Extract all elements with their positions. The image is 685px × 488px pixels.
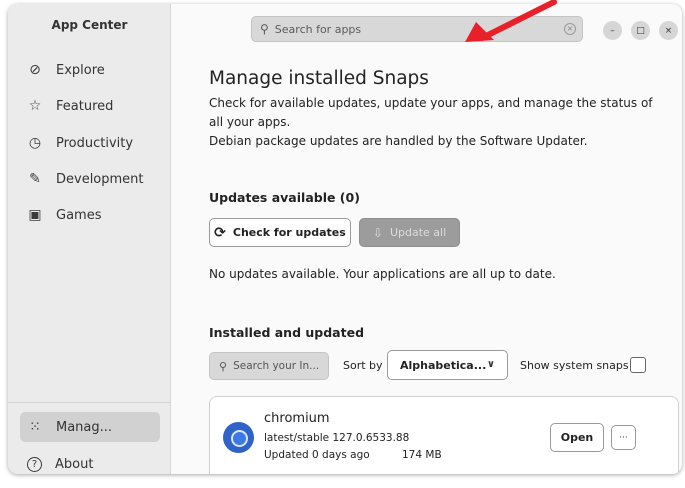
arrow-shaft [479, 0, 557, 41]
question-icon: ? [27, 456, 42, 472]
page-title: Manage installed Snaps [209, 68, 429, 89]
clock-icon: ◷ [28, 135, 42, 151]
sidebar-item-games[interactable]: ▣ Games [20, 200, 160, 230]
more-options-button[interactable]: ··· [611, 425, 636, 450]
sort-value: Alphabetica... [400, 358, 487, 372]
annotation-arrow-icon [465, 0, 557, 42]
main-content: Manage installed Snaps Check for availab… [171, 4, 682, 474]
sidebar-item-about[interactable]: ? About [20, 449, 160, 474]
sidebar-item-explore[interactable]: ⊘ Explore [20, 55, 160, 85]
sidebar-item-label: Manag... [56, 419, 113, 435]
show-system-snaps-checkbox[interactable] [630, 357, 646, 373]
sidebar-item-label: About [55, 456, 94, 472]
check-for-updates-button[interactable]: ⟳ Check for updates [209, 218, 351, 247]
wrench-icon: ✎ [29, 171, 41, 187]
installed-title: Installed and updated [209, 325, 365, 340]
sidebar-item-productivity[interactable]: ◷ Productivity [20, 128, 160, 158]
search-installed-input[interactable]: ⚲ Search your In... [209, 352, 329, 380]
gamepad-icon: ▣ [28, 207, 42, 223]
updates-title: Updates available (0) [209, 190, 360, 205]
app-center-window: App Center ⊘ Explore ☆ Featured ◷ Produc… [8, 4, 682, 474]
description-line: Check for available updates, update your… [209, 96, 653, 129]
sidebar: App Center ⊘ Explore ☆ Featured ◷ Produc… [8, 4, 171, 474]
sidebar-item-featured[interactable]: ☆ Featured [20, 91, 160, 121]
sidebar-item-development[interactable]: ✎ Development [20, 164, 160, 194]
app-updated: Updated 0 days ago [264, 449, 370, 461]
page-description: Check for available updates, update your… [209, 94, 654, 151]
sort-dropdown[interactable]: Alphabetica... ∨ [387, 350, 508, 380]
update-all-button[interactable]: ⇩ Update all [359, 218, 460, 247]
app-name: chromium [264, 411, 330, 426]
app-channel: latest/stable 127.0.6533.88 [264, 432, 410, 444]
app-card: chromium latest/stable 127.0.6533.88 Upd… [209, 396, 679, 474]
sidebar-item-label: Featured [56, 98, 114, 114]
search-installed-placeholder: Search your In... [233, 360, 320, 372]
grid-icon: ⁙ [29, 419, 41, 435]
description-line: Debian package updates are handled by th… [209, 134, 588, 148]
download-icon: ⇩ [372, 225, 383, 240]
app-title: App Center [51, 18, 128, 32]
update-all-label: Update all [389, 226, 447, 239]
no-updates-message: No updates available. Your applications … [209, 267, 556, 281]
sidebar-divider [8, 402, 171, 403]
sort-by-label: Sort by [343, 359, 383, 372]
check-for-updates-label: Check for updates [232, 226, 346, 239]
compass-icon: ⊘ [29, 62, 41, 78]
star-icon: ☆ [28, 98, 42, 114]
sidebar-item-manage[interactable]: ⁙ Manag... [20, 412, 160, 442]
chromium-icon [223, 422, 254, 453]
sidebar-item-label: Games [56, 207, 102, 223]
refresh-icon: ⟳ [214, 224, 226, 241]
sidebar-item-label: Productivity [56, 135, 134, 151]
sidebar-item-label: Development [56, 171, 144, 187]
chevron-down-icon: ∨ [486, 359, 495, 370]
sidebar-item-label: Explore [56, 62, 105, 78]
open-button[interactable]: Open [550, 423, 604, 452]
app-size: 174 MB [402, 449, 442, 461]
search-icon: ⚲ [219, 359, 228, 373]
show-system-snaps-label: Show system snaps [520, 359, 629, 372]
